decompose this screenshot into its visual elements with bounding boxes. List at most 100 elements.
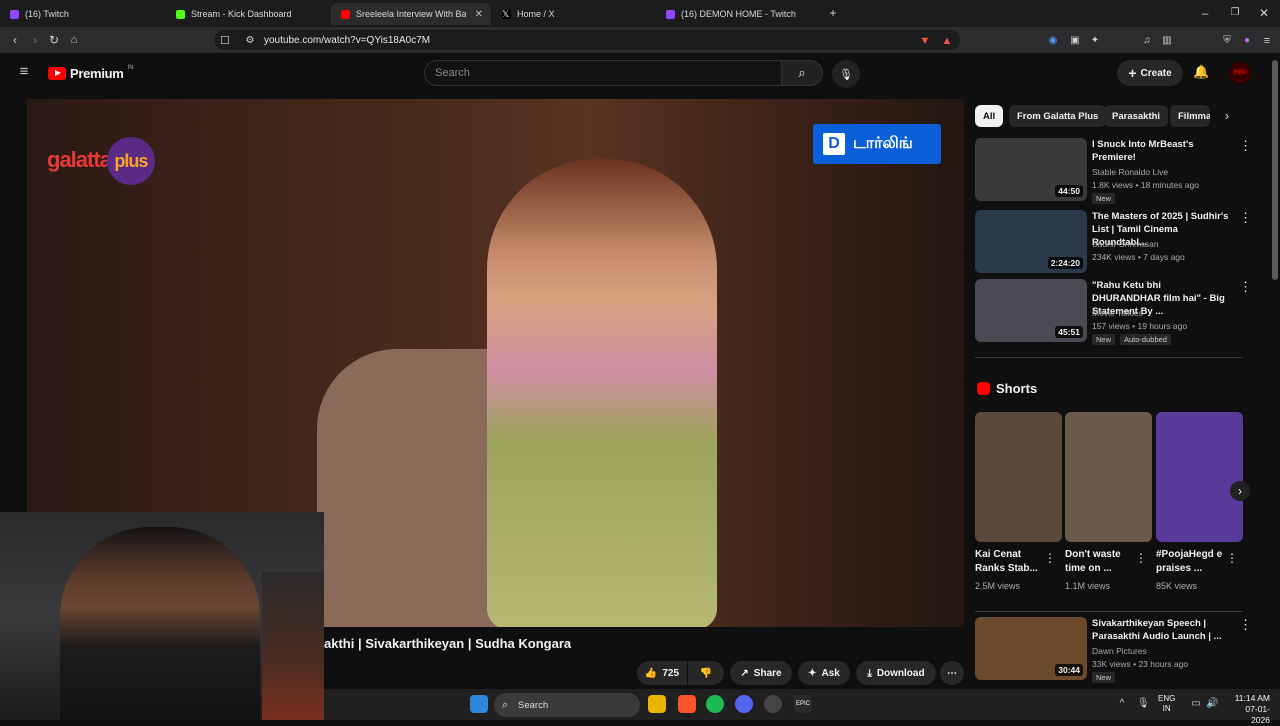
related-video[interactable]: 30:44 Sivakarthikeyan Speech | Parasakth…	[975, 617, 1252, 683]
ask-button[interactable]: ✦ Ask	[798, 661, 850, 685]
taskbar-clock[interactable]: 11:14 AM 07-01-2026	[1228, 693, 1270, 726]
brave-shield-icon[interactable]: ▼	[918, 34, 932, 48]
microphone-icon: 🎙	[839, 68, 853, 81]
download-button[interactable]: ⤓ Download	[856, 661, 936, 685]
share-button[interactable]: ↗ Share	[730, 661, 792, 685]
close-tab-icon[interactable]: ✕	[475, 9, 483, 20]
extensions-puzzle-icon[interactable]: ✦	[1088, 34, 1102, 48]
file-explorer-icon[interactable]	[648, 695, 666, 713]
related-video[interactable]: 44:50 I Snuck Into MrBeast's Premiere! S…	[975, 138, 1252, 204]
kick-icon	[176, 9, 185, 19]
vpn-icon[interactable]: ⛨	[1220, 34, 1234, 48]
page-scrollbar[interactable]	[1272, 60, 1278, 280]
related-video[interactable]: 2:24:20 The Masters of 2025 | Sudhir's L…	[975, 210, 1252, 276]
language-indicator[interactable]: ENG IN	[1158, 694, 1175, 714]
media-icon[interactable]: ♫	[1140, 34, 1154, 48]
new-tab-icon[interactable]: +	[826, 6, 840, 20]
more-options-icon[interactable]: ⋮	[1044, 551, 1056, 565]
webcam-streamer	[60, 527, 260, 720]
sidebar-toggle-icon[interactable]: ▥	[1160, 34, 1174, 48]
more-options-icon[interactable]: ⋮	[1239, 279, 1252, 295]
search-icon: ⌕	[502, 698, 509, 711]
shorts-next-button[interactable]: ›	[1230, 481, 1250, 501]
restore-icon[interactable]: ❐	[1228, 6, 1242, 20]
notifications-bell-icon[interactable]: 🔔	[1193, 65, 1209, 79]
taskbar-search[interactable]: ⌕ Search	[494, 693, 640, 717]
more-options-icon[interactable]: ⋮	[1239, 210, 1252, 226]
create-button[interactable]: + Create	[1117, 60, 1183, 86]
short-thumbnail[interactable]	[1065, 412, 1152, 542]
video-thumbnail[interactable]: 44:50	[975, 138, 1087, 201]
galatta-plus-logo: galatta plus	[47, 137, 155, 185]
more-options-icon[interactable]: ⋮	[1226, 551, 1238, 565]
voice-search-button[interactable]: 🎙	[832, 60, 860, 88]
short-title[interactable]: Kai Cenat Ranks Stab...	[975, 548, 1045, 576]
microphone-icon[interactable]: 🎙	[1137, 697, 1150, 711]
windows-start-icon[interactable]	[470, 695, 488, 713]
webcam-background-shelf	[262, 572, 324, 720]
extension-icon[interactable]: ▣	[1068, 34, 1082, 48]
short-thumbnail[interactable]	[975, 412, 1062, 542]
back-icon[interactable]: ‹	[8, 33, 22, 47]
site-settings-icon[interactable]: ⚙	[243, 34, 257, 48]
close-window-icon[interactable]: ✕	[1257, 6, 1271, 20]
short-thumbnail[interactable]	[1156, 412, 1243, 542]
hamburger-menu-icon[interactable]: ≡	[17, 64, 31, 79]
extension-icon[interactable]: ◉	[1046, 34, 1060, 48]
tab-x-home[interactable]: 𝕏 Home / X	[492, 3, 655, 25]
tray-chevron-up-icon[interactable]: ^	[1116, 697, 1128, 711]
short-views: 1.1M views	[1065, 581, 1111, 591]
more-actions-button[interactable]: ⋯	[940, 661, 964, 685]
discord-icon[interactable]	[735, 695, 753, 713]
reload-icon[interactable]: ↻	[47, 33, 61, 47]
spotify-icon[interactable]	[706, 695, 724, 713]
more-options-icon[interactable]: ⋮	[1135, 551, 1147, 565]
brave-browser-icon[interactable]	[678, 695, 696, 713]
bookmark-icon[interactable]: ☐	[218, 34, 232, 48]
short-views: 85K views	[1156, 581, 1198, 591]
brave-rewards-icon[interactable]: ▲	[940, 34, 954, 48]
volume-icon[interactable]: 🔊	[1206, 697, 1218, 711]
webcam-overlay	[0, 512, 324, 720]
url-field[interactable]: youtube.com/watch?v=QYis18A0c7M	[214, 30, 960, 50]
home-icon[interactable]: ⌂	[67, 33, 81, 47]
tab-demon-home-twitch[interactable]: (16) DEMON HOME - Twitch	[656, 3, 818, 25]
profile-icon[interactable]: ●	[1240, 34, 1254, 48]
chip-filmmakers[interactable]: Filmma	[1170, 105, 1210, 127]
epic-games-icon[interactable]: EPIC	[794, 695, 812, 713]
youtube-premium-logo[interactable]: Premium IN	[48, 65, 134, 81]
tab-twitch[interactable]: (16) Twitch	[0, 3, 165, 25]
more-options-icon[interactable]: ⋮	[1239, 617, 1252, 633]
short-title[interactable]: Don't waste time on ...	[1065, 548, 1135, 576]
avatar[interactable]: RED	[1229, 62, 1251, 84]
related-video[interactable]: 45:51 "Rahu Ketu bhi DHURANDHAR film hai…	[975, 279, 1252, 345]
divider	[975, 611, 1243, 612]
video-thumbnail[interactable]: 30:44	[975, 617, 1087, 680]
chip-from-galatta-plus[interactable]: From Galatta Plus	[1009, 105, 1107, 127]
chip-all[interactable]: All	[975, 105, 1004, 127]
search-input[interactable]: Search	[424, 60, 782, 86]
video-title: akthi | Sivakarthikeyan | Sudha Kongara	[324, 636, 572, 651]
menu-icon[interactable]: ≡	[1260, 34, 1274, 48]
plus-icon: +	[1128, 65, 1137, 81]
minimize-icon[interactable]: –	[1198, 6, 1212, 20]
youtube-icon	[341, 9, 350, 19]
twitch-icon	[666, 9, 675, 19]
obs-icon[interactable]	[764, 695, 782, 713]
network-icon[interactable]: ▭	[1190, 697, 1202, 711]
forward-icon[interactable]: ›	[28, 33, 42, 47]
like-button[interactable]: 👍 725	[637, 661, 687, 685]
video-thumbnail[interactable]: 45:51	[975, 279, 1087, 342]
download-icon: ⤓	[867, 667, 872, 679]
chevron-right-icon[interactable]: ›	[1220, 109, 1234, 123]
shorts-icon	[977, 382, 990, 395]
more-options-icon[interactable]: ⋮	[1239, 138, 1252, 154]
tab-youtube-active[interactable]: Sreeleela Interview With Bara...✕	[331, 3, 491, 25]
dislike-button[interactable]: 👎	[688, 661, 724, 685]
chip-parasakthi[interactable]: Parasakthi	[1104, 105, 1169, 127]
search-button[interactable]: ⌕	[781, 60, 823, 86]
browser-tab-strip: (16) Twitch Stream - Kick Dashboard Sree…	[0, 0, 1280, 27]
short-title[interactable]: #PoojaHegd e praises ...	[1156, 548, 1226, 576]
tab-kick-dashboard[interactable]: Stream - Kick Dashboard	[166, 3, 330, 25]
video-thumbnail[interactable]: 2:24:20	[975, 210, 1087, 273]
